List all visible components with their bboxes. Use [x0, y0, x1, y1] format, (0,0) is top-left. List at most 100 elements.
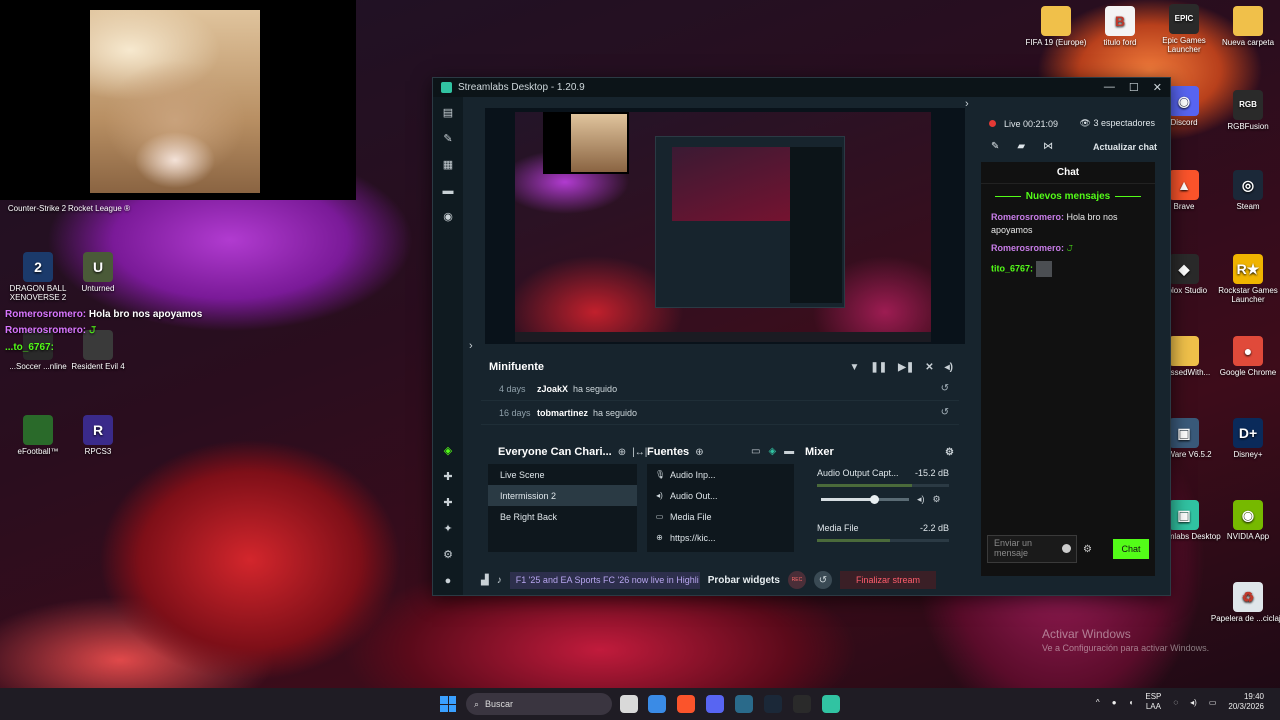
app-taskbar-icon[interactable] [793, 695, 811, 713]
battery-icon[interactable]: ▭ [1209, 698, 1217, 707]
microphone-tray-icon[interactable]: ◖ [1129, 698, 1134, 707]
transitions-icon[interactable]: |↔| [632, 447, 647, 458]
chat-settings-icon[interactable]: ⚙ [1083, 544, 1092, 555]
streamlabs-taskbar-icon[interactable] [822, 695, 840, 713]
titlebar[interactable]: Streamlabs Desktop - 1.20.9 — ☐ ✕ [433, 78, 1170, 97]
maximize-button[interactable]: ☐ [1129, 81, 1139, 94]
collectibles-icon[interactable]: ◈ [442, 445, 454, 457]
desktop-icon[interactable]: ♻ Papelera de ...ciclaje [1210, 582, 1280, 623]
record-button[interactable]: REC [787, 571, 806, 589]
channel-settings-icon[interactable]: ⚙ [933, 494, 941, 505]
mixer-settings-icon[interactable]: ⚙ [945, 447, 954, 458]
store-icon[interactable]: ▦ [442, 159, 454, 171]
desktop-icon[interactable]: ◉ NVIDIA App [1210, 500, 1280, 541]
layout-icon[interactable]: ▬ [442, 185, 454, 197]
language-indicator[interactable]: ESP LAA [1145, 692, 1161, 713]
editor-icon[interactable]: ▤ [442, 107, 454, 119]
filter-icon[interactable]: ▼ [850, 362, 860, 373]
studio-mode-icon[interactable]: ✚ [442, 497, 454, 509]
scene-item[interactable]: Live Scene [488, 464, 637, 485]
close-button[interactable]: ✕ [1153, 81, 1162, 94]
desktop-icon[interactable]: ◎ Steam [1210, 170, 1280, 211]
volume-tray-icon[interactable]: ◂) [1190, 698, 1197, 707]
notification-bell-icon[interactable]: ♪ [497, 575, 502, 586]
desktop-icon[interactable]: ● Google Chrome [1210, 336, 1280, 377]
photos-taskbar-icon[interactable] [735, 695, 753, 713]
desktop-icon[interactable]: R RPCS3 [60, 415, 136, 456]
copilot-icon[interactable] [648, 695, 666, 713]
themes-icon[interactable]: ✎ [442, 133, 454, 145]
collectibles-source-icon[interactable]: ◈ [768, 446, 776, 457]
fader-knob[interactable] [869, 495, 879, 504]
desktop-icon-rocket-league[interactable]: Rocket League ® [64, 204, 134, 213]
preview-nested-window [655, 136, 845, 308]
source-item[interactable]: ▭ Media File [647, 506, 794, 527]
scene-item[interactable]: Intermission 2 [488, 485, 637, 506]
effects-icon[interactable]: ✦ [442, 523, 454, 535]
mute-notifications-icon[interactable]: ✕ [925, 362, 933, 373]
source-item[interactable]: ◂) Audio Out... [647, 485, 794, 506]
desktop-icon[interactable]: Resident Evil 4 [60, 330, 136, 371]
folder-add-icon[interactable]: ▬ [784, 446, 794, 457]
chevron-right-icon[interactable]: › [965, 98, 969, 110]
tray-overflow-icon[interactable]: ^ [1096, 698, 1100, 707]
stream-settings-icon[interactable]: ✚ [442, 471, 454, 483]
desktop-icon-counter-strike[interactable]: Counter-Strike 2 [2, 204, 72, 213]
stats-icon[interactable]: ▟ [481, 575, 489, 586]
pause-icon[interactable]: ❚❚ [870, 362, 887, 373]
desktop-icon[interactable]: D+ Disney+ [1210, 418, 1280, 459]
search-icon: ⌕ [474, 698, 480, 709]
discord-taskbar-icon[interactable] [706, 695, 724, 713]
refresh-chat-button[interactable]: Actualizar chat [1093, 142, 1157, 152]
desktop-icon[interactable]: U Unturned [60, 252, 136, 293]
source-item[interactable]: ⊕ https://kic... [647, 527, 794, 548]
clock[interactable]: 19:40 20/3/2026 [1228, 692, 1264, 713]
edit-stream-info-icon[interactable]: ✎ [991, 141, 999, 152]
source-item[interactable]: 🎙︎ Audio Inp... [647, 464, 794, 485]
skip-icon[interactable]: ▶❚ [898, 362, 914, 373]
profile-icon[interactable]: ● [442, 575, 454, 587]
fader-track[interactable] [821, 495, 909, 504]
share-icon[interactable]: ⋈ [1043, 141, 1053, 152]
scene-item[interactable]: Be Right Back [488, 506, 637, 527]
source-settings-icon[interactable]: ▭ [751, 446, 760, 457]
windows-start-icon[interactable] [440, 696, 456, 712]
end-stream-button[interactable]: Finalizar stream [839, 571, 936, 589]
tray-app-icon[interactable]: ● [1112, 698, 1117, 707]
volume-fader[interactable]: ◂) ⚙ [821, 494, 955, 505]
replay-alert-icon[interactable]: ↺ [941, 383, 949, 394]
network-icon[interactable]: ◌ [1173, 698, 1178, 707]
clock-date: 20/3/2026 [1228, 702, 1264, 712]
send-chat-button[interactable]: Chat [1113, 539, 1149, 559]
replay-buffer-button[interactable]: ↺ [813, 571, 832, 589]
mute-icon[interactable]: ◂) [917, 494, 925, 505]
chevron-right-icon[interactable]: › [469, 340, 473, 352]
nested-chat [790, 147, 842, 303]
minimize-button[interactable]: — [1104, 81, 1115, 94]
overlay-chat-line: Romerosromero: 𝙹 [5, 325, 96, 336]
source-label: Audio Out... [670, 490, 718, 501]
desktop-icon[interactable]: Nueva carpeta [1210, 6, 1280, 47]
replay-alert-icon[interactable]: ↺ [941, 407, 949, 418]
alerts-icon[interactable]: ◉ [442, 211, 454, 223]
roblox-icon: ◆ [1169, 254, 1199, 284]
settings-icon[interactable]: ⚙ [442, 549, 454, 561]
stream-preview[interactable] [485, 108, 965, 344]
emoji-icon[interactable] [1062, 544, 1071, 553]
steam-taskbar-icon[interactable] [764, 695, 782, 713]
volume-meter-level [817, 484, 913, 487]
camera-icon[interactable]: ▰ [1017, 141, 1025, 152]
microphone-icon: 🎙︎ [655, 470, 666, 479]
task-view-icon[interactable] [620, 695, 638, 713]
desktop-icon[interactable]: RGB RGBFusion [1210, 90, 1280, 131]
volume-icon[interactable]: ◂) [945, 362, 953, 373]
brave-taskbar-icon[interactable] [677, 695, 695, 713]
test-widgets-button[interactable]: Probar widgets [708, 575, 780, 586]
add-source-icon[interactable]: ⊕ [695, 447, 703, 458]
chat-message-input[interactable]: Enviar un mensaje [987, 535, 1077, 563]
desktop-icon[interactable]: R★ Rockstar Games Launcher [1210, 254, 1280, 304]
taskbar-search[interactable]: ⌕ Buscar [466, 693, 612, 715]
news-ticker[interactable]: F1 '25 and EA Sports FC '26 now live in … [509, 571, 700, 589]
lang-code: ESP [1145, 692, 1162, 701]
add-scene-icon[interactable]: ⊕ [618, 447, 626, 458]
